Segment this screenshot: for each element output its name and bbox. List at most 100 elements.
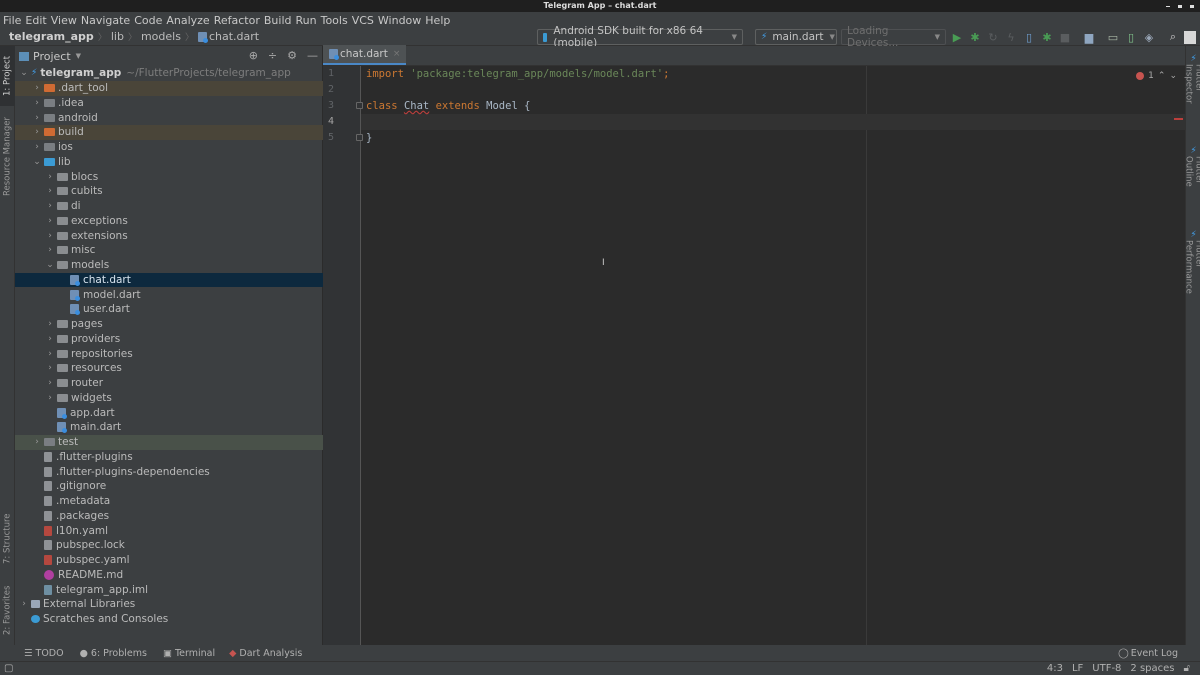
maximize-button[interactable] bbox=[1178, 4, 1182, 8]
code-line[interactable]: class Chat extends Model { bbox=[361, 98, 1185, 114]
locate-icon[interactable]: ⊕ bbox=[249, 49, 258, 62]
tree-item[interactable]: › test bbox=[15, 434, 323, 450]
menu-help[interactable]: Help bbox=[425, 14, 450, 27]
debug-icon[interactable]: ✱ bbox=[968, 30, 982, 44]
tree-item[interactable]: › .dart_tool bbox=[15, 80, 323, 96]
tab-flutter-inspector[interactable]: ⚡ Flutter Inspector bbox=[1184, 54, 1200, 134]
tab-flutter-performance[interactable]: ⚡ Flutter Performance bbox=[1184, 230, 1200, 320]
menu-view[interactable]: View bbox=[51, 14, 77, 27]
breadcrumb-file[interactable]: chat.dart bbox=[209, 30, 259, 43]
avd-manager-icon[interactable]: ▭ bbox=[1106, 30, 1120, 44]
devices-loading-selector[interactable]: Loading Devices... ▼ bbox=[841, 25, 946, 49]
tab-project[interactable]: 1: Project bbox=[0, 46, 15, 106]
gear-icon[interactable]: ⚙ bbox=[287, 49, 297, 62]
tree-item[interactable]: .flutter-plugins-dependencies bbox=[15, 464, 323, 479]
run-icon[interactable]: ▶ bbox=[950, 30, 964, 44]
tree-item[interactable]: chat.dart bbox=[15, 272, 323, 288]
file-encoding[interactable]: UTF-8 bbox=[1092, 662, 1121, 675]
tree-item[interactable]: main.dart bbox=[15, 420, 323, 435]
tool-dart-analysis[interactable]: ◆ Dart Analysis bbox=[229, 648, 302, 659]
caret-position[interactable]: 4:3 bbox=[1047, 662, 1063, 675]
chevron-right-icon[interactable]: › bbox=[45, 349, 55, 359]
tree-item[interactable]: .gitignore bbox=[15, 479, 323, 494]
tree-item[interactable]: pubspec.lock bbox=[15, 538, 323, 553]
hot-restart-icon[interactable]: ↻ bbox=[986, 30, 1000, 44]
chevron-right-icon[interactable]: › bbox=[32, 98, 42, 108]
chevron-right-icon[interactable]: › bbox=[32, 142, 42, 152]
chevron-right-icon[interactable]: › bbox=[45, 363, 55, 373]
breadcrumb-project[interactable]: telegram_app bbox=[9, 30, 94, 43]
close-window-button[interactable] bbox=[1190, 4, 1194, 8]
code-line-current[interactable] bbox=[361, 114, 1185, 130]
tree-item[interactable]: l10n.yaml bbox=[15, 523, 323, 538]
hide-icon[interactable]: — bbox=[307, 49, 318, 62]
collapse-all-icon[interactable]: ÷ bbox=[268, 49, 277, 62]
tree-item[interactable]: .flutter-plugins bbox=[15, 450, 323, 465]
stop-icon[interactable]: ■ bbox=[1058, 30, 1072, 44]
project-panel-title[interactable]: Project bbox=[33, 50, 71, 63]
lock-icon[interactable]: 🔓︎ bbox=[1184, 662, 1190, 675]
menu-run[interactable]: Run bbox=[296, 14, 317, 27]
breadcrumb-lib[interactable]: lib bbox=[111, 30, 124, 43]
menu-window[interactable]: Window bbox=[378, 14, 421, 27]
chevron-right-icon[interactable]: › bbox=[45, 378, 55, 388]
device-manager-icon[interactable]: ▯ bbox=[1124, 30, 1138, 44]
tree-item[interactable]: .metadata bbox=[15, 494, 323, 509]
tree-item[interactable]: › extensions bbox=[15, 228, 323, 243]
code-line[interactable] bbox=[361, 82, 1185, 98]
next-highlight-icon[interactable]: ⌄ bbox=[1169, 71, 1177, 81]
tree-item[interactable]: › exceptions bbox=[15, 214, 323, 229]
chevron-right-icon[interactable]: › bbox=[32, 437, 42, 447]
line-separator[interactable]: LF bbox=[1072, 662, 1083, 675]
search-icon[interactable]: ⌕ bbox=[1166, 30, 1180, 44]
tool-terminal[interactable]: ▣ Terminal bbox=[163, 648, 215, 659]
chevron-right-icon[interactable]: › bbox=[45, 172, 55, 182]
tree-item[interactable]: ⌄ lib bbox=[15, 155, 323, 170]
project-structure-icon[interactable]: ▆ bbox=[1082, 30, 1096, 44]
tab-favorites[interactable]: 2: Favorites bbox=[0, 580, 15, 640]
tree-item[interactable]: › build bbox=[15, 125, 323, 140]
tree-item[interactable]: › cubits bbox=[15, 184, 323, 199]
menu-refactor[interactable]: Refactor bbox=[214, 14, 260, 27]
chevron-right-icon[interactable]: › bbox=[45, 245, 55, 255]
menu-file[interactable]: File bbox=[3, 14, 21, 27]
tree-item[interactable]: user.dart bbox=[15, 302, 323, 317]
tree-item[interactable]: › misc bbox=[15, 243, 323, 258]
chevron-right-icon[interactable]: › bbox=[45, 319, 55, 329]
chevron-down-icon[interactable]: ⌄ bbox=[45, 260, 55, 270]
tree-item[interactable]: .packages bbox=[15, 509, 323, 524]
account-icon[interactable] bbox=[1184, 30, 1196, 44]
error-stripe-marker[interactable] bbox=[1174, 118, 1183, 120]
tree-item[interactable]: › router bbox=[15, 376, 323, 391]
menu-edit[interactable]: Edit bbox=[25, 14, 46, 27]
tool-windows-icon[interactable]: ▢ bbox=[4, 663, 13, 674]
menu-analyze[interactable]: Analyze bbox=[166, 14, 209, 27]
chevron-right-icon[interactable]: › bbox=[32, 113, 42, 123]
chevron-right-icon[interactable]: › bbox=[32, 83, 42, 93]
tab-structure[interactable]: 7: Structure bbox=[0, 508, 15, 570]
device-selector[interactable]: Android SDK built for x86 64 (mobile) ▼ bbox=[537, 25, 743, 49]
chevron-down-icon[interactable]: ⌄ bbox=[32, 157, 42, 167]
tree-item[interactable]: › android bbox=[15, 110, 323, 125]
tree-item[interactable]: › ios bbox=[15, 140, 323, 155]
sdk-manager-icon[interactable]: ◈ bbox=[1142, 30, 1156, 44]
tree-item[interactable]: › External Libraries bbox=[15, 597, 323, 612]
breadcrumb-models[interactable]: models bbox=[141, 30, 181, 43]
tab-flutter-outline[interactable]: ⚡ Flutter Outline bbox=[1184, 146, 1200, 216]
tree-item[interactable]: › resources bbox=[15, 361, 323, 376]
chevron-right-icon[interactable]: › bbox=[32, 127, 42, 137]
tree-item[interactable]: ⌄ models bbox=[15, 258, 323, 273]
chevron-down-icon[interactable]: ▼ bbox=[76, 52, 81, 60]
apply-changes-icon[interactable]: ▯ bbox=[1022, 30, 1036, 44]
chevron-right-icon[interactable]: › bbox=[19, 599, 29, 609]
tab-chat-dart[interactable]: chat.dart × bbox=[323, 45, 407, 65]
menu-navigate[interactable]: Navigate bbox=[81, 14, 130, 27]
tree-item[interactable]: Scratches and Consoles bbox=[15, 612, 323, 627]
tree-item[interactable]: › widgets bbox=[15, 391, 323, 406]
tool-todo[interactable]: ☰ TODO bbox=[24, 648, 64, 659]
chevron-right-icon[interactable]: › bbox=[45, 186, 55, 196]
run-config-selector[interactable]: ⚡ main.dart ▼ bbox=[755, 29, 837, 45]
chevron-right-icon[interactable]: › bbox=[45, 393, 55, 403]
code-text[interactable]: import 'package:telegram_app/models/mode… bbox=[361, 66, 1185, 146]
tree-item[interactable]: › repositories bbox=[15, 346, 323, 361]
